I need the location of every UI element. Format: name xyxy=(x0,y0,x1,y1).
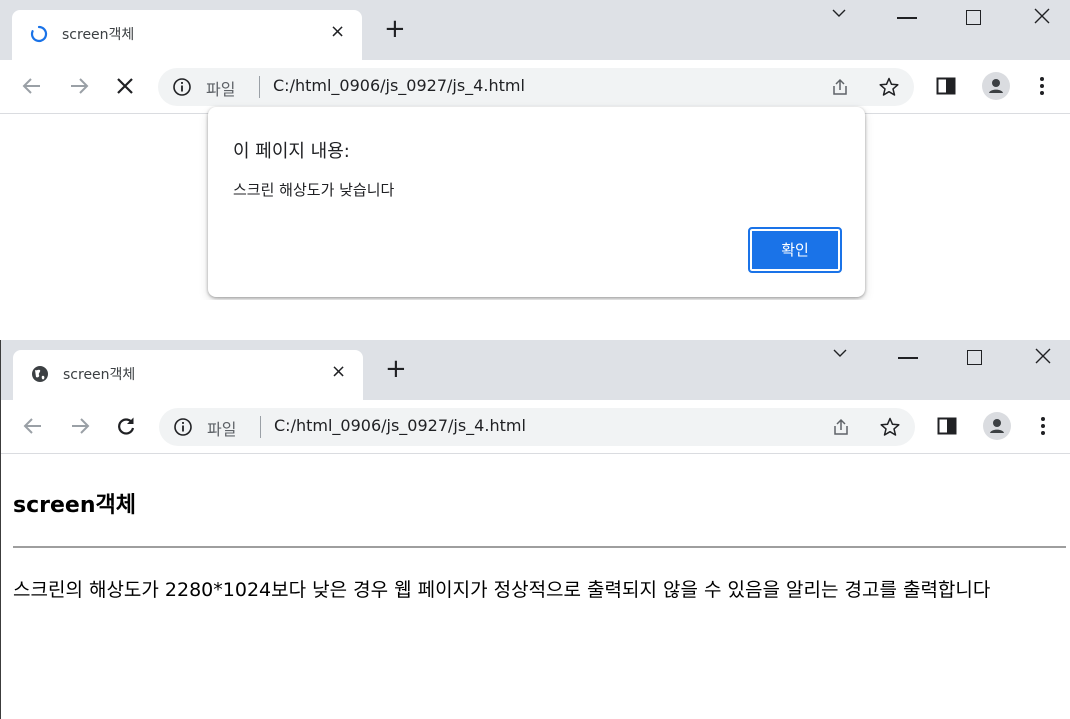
tab-search-chevron-icon[interactable] xyxy=(831,346,849,360)
url-text[interactable]: C:/html_0906/js_0927/js_4.html xyxy=(273,76,525,95)
back-arrow-icon[interactable] xyxy=(20,74,44,98)
file-scheme-label: 파일 xyxy=(206,80,236,99)
loading-spinner-icon xyxy=(30,25,48,43)
globe-icon xyxy=(32,366,48,382)
title-bar: screen객체 × + xyxy=(1,340,1070,400)
forward-arrow-icon[interactable] xyxy=(68,414,92,438)
page-heading: screen객체 xyxy=(13,493,136,518)
profile-avatar-icon[interactable] xyxy=(983,412,1011,440)
forward-arrow-icon[interactable] xyxy=(67,74,91,98)
omnibox-divider xyxy=(259,76,260,98)
tab-search-chevron-icon[interactable] xyxy=(830,6,848,20)
reload-icon[interactable] xyxy=(114,414,138,438)
address-bar[interactable]: 파일 C:/html_0906/js_0927/js_4.html xyxy=(158,68,914,106)
side-panel-icon[interactable] xyxy=(936,77,956,95)
browser-window-loaded: screen객체 × + 파일 C:/html_0906/js_0927/js_… xyxy=(0,340,1070,719)
share-icon[interactable] xyxy=(830,77,850,97)
bookmark-star-icon[interactable] xyxy=(879,416,901,438)
url-text[interactable]: C:/html_0906/js_0927/js_4.html xyxy=(274,416,526,435)
tab-title: screen객체 xyxy=(62,27,135,43)
ok-button[interactable]: 확인 xyxy=(748,227,842,273)
address-bar[interactable]: 파일 C:/html_0906/js_0927/js_4.html xyxy=(159,408,915,446)
bookmark-star-icon[interactable] xyxy=(878,76,900,98)
page-paragraph: 스크린의 해상도가 2280*1024보다 낮은 경우 웹 페이지가 정상적으로… xyxy=(13,579,991,601)
more-menu-icon[interactable] xyxy=(1036,75,1048,97)
minimize-button[interactable] xyxy=(897,17,917,19)
title-bar: screen객체 × + xyxy=(0,0,1070,60)
new-tab-button[interactable]: + xyxy=(384,16,406,42)
side-panel-icon[interactable] xyxy=(937,417,957,435)
maximize-button[interactable] xyxy=(967,350,982,365)
toolbar: 파일 C:/html_0906/js_0927/js_4.html xyxy=(0,60,1070,114)
minimize-button[interactable] xyxy=(898,357,918,359)
window-close-button[interactable] xyxy=(1032,6,1052,26)
info-icon[interactable] xyxy=(173,417,193,437)
browser-window-loading: screen객체 × + 파일 C:/html_0906/js_0927/js_… xyxy=(0,0,1070,300)
share-icon[interactable] xyxy=(831,417,851,437)
tab-close-icon[interactable]: × xyxy=(330,21,345,42)
toolbar: 파일 C:/html_0906/js_0927/js_4.html xyxy=(1,400,1070,454)
stop-loading-icon[interactable] xyxy=(113,74,137,98)
file-scheme-label: 파일 xyxy=(207,420,237,439)
tab-screen[interactable]: screen객체 × xyxy=(13,350,363,400)
back-arrow-icon[interactable] xyxy=(21,414,45,438)
horizontal-rule xyxy=(13,546,1066,548)
tab-title: screen객체 xyxy=(63,367,136,383)
more-menu-icon[interactable] xyxy=(1037,415,1049,437)
tab-close-icon[interactable]: × xyxy=(331,361,346,382)
tab-screen[interactable]: screen객체 × xyxy=(12,10,362,60)
alert-dialog: 이 페이지 내용: 스크린 해상도가 낮습니다 확인 xyxy=(208,107,865,297)
new-tab-button[interactable]: + xyxy=(385,356,407,382)
page-content: screen객체 스크린의 해상도가 2280*1024보다 낮은 경우 웹 페… xyxy=(1,455,1070,719)
dialog-title: 이 페이지 내용: xyxy=(233,141,350,162)
dialog-message: 스크린 해상도가 낮습니다 xyxy=(233,181,395,199)
window-close-button[interactable] xyxy=(1033,346,1053,366)
info-icon[interactable] xyxy=(172,77,192,97)
omnibox-divider xyxy=(260,416,261,438)
maximize-button[interactable] xyxy=(966,10,981,25)
profile-avatar-icon[interactable] xyxy=(982,72,1010,100)
